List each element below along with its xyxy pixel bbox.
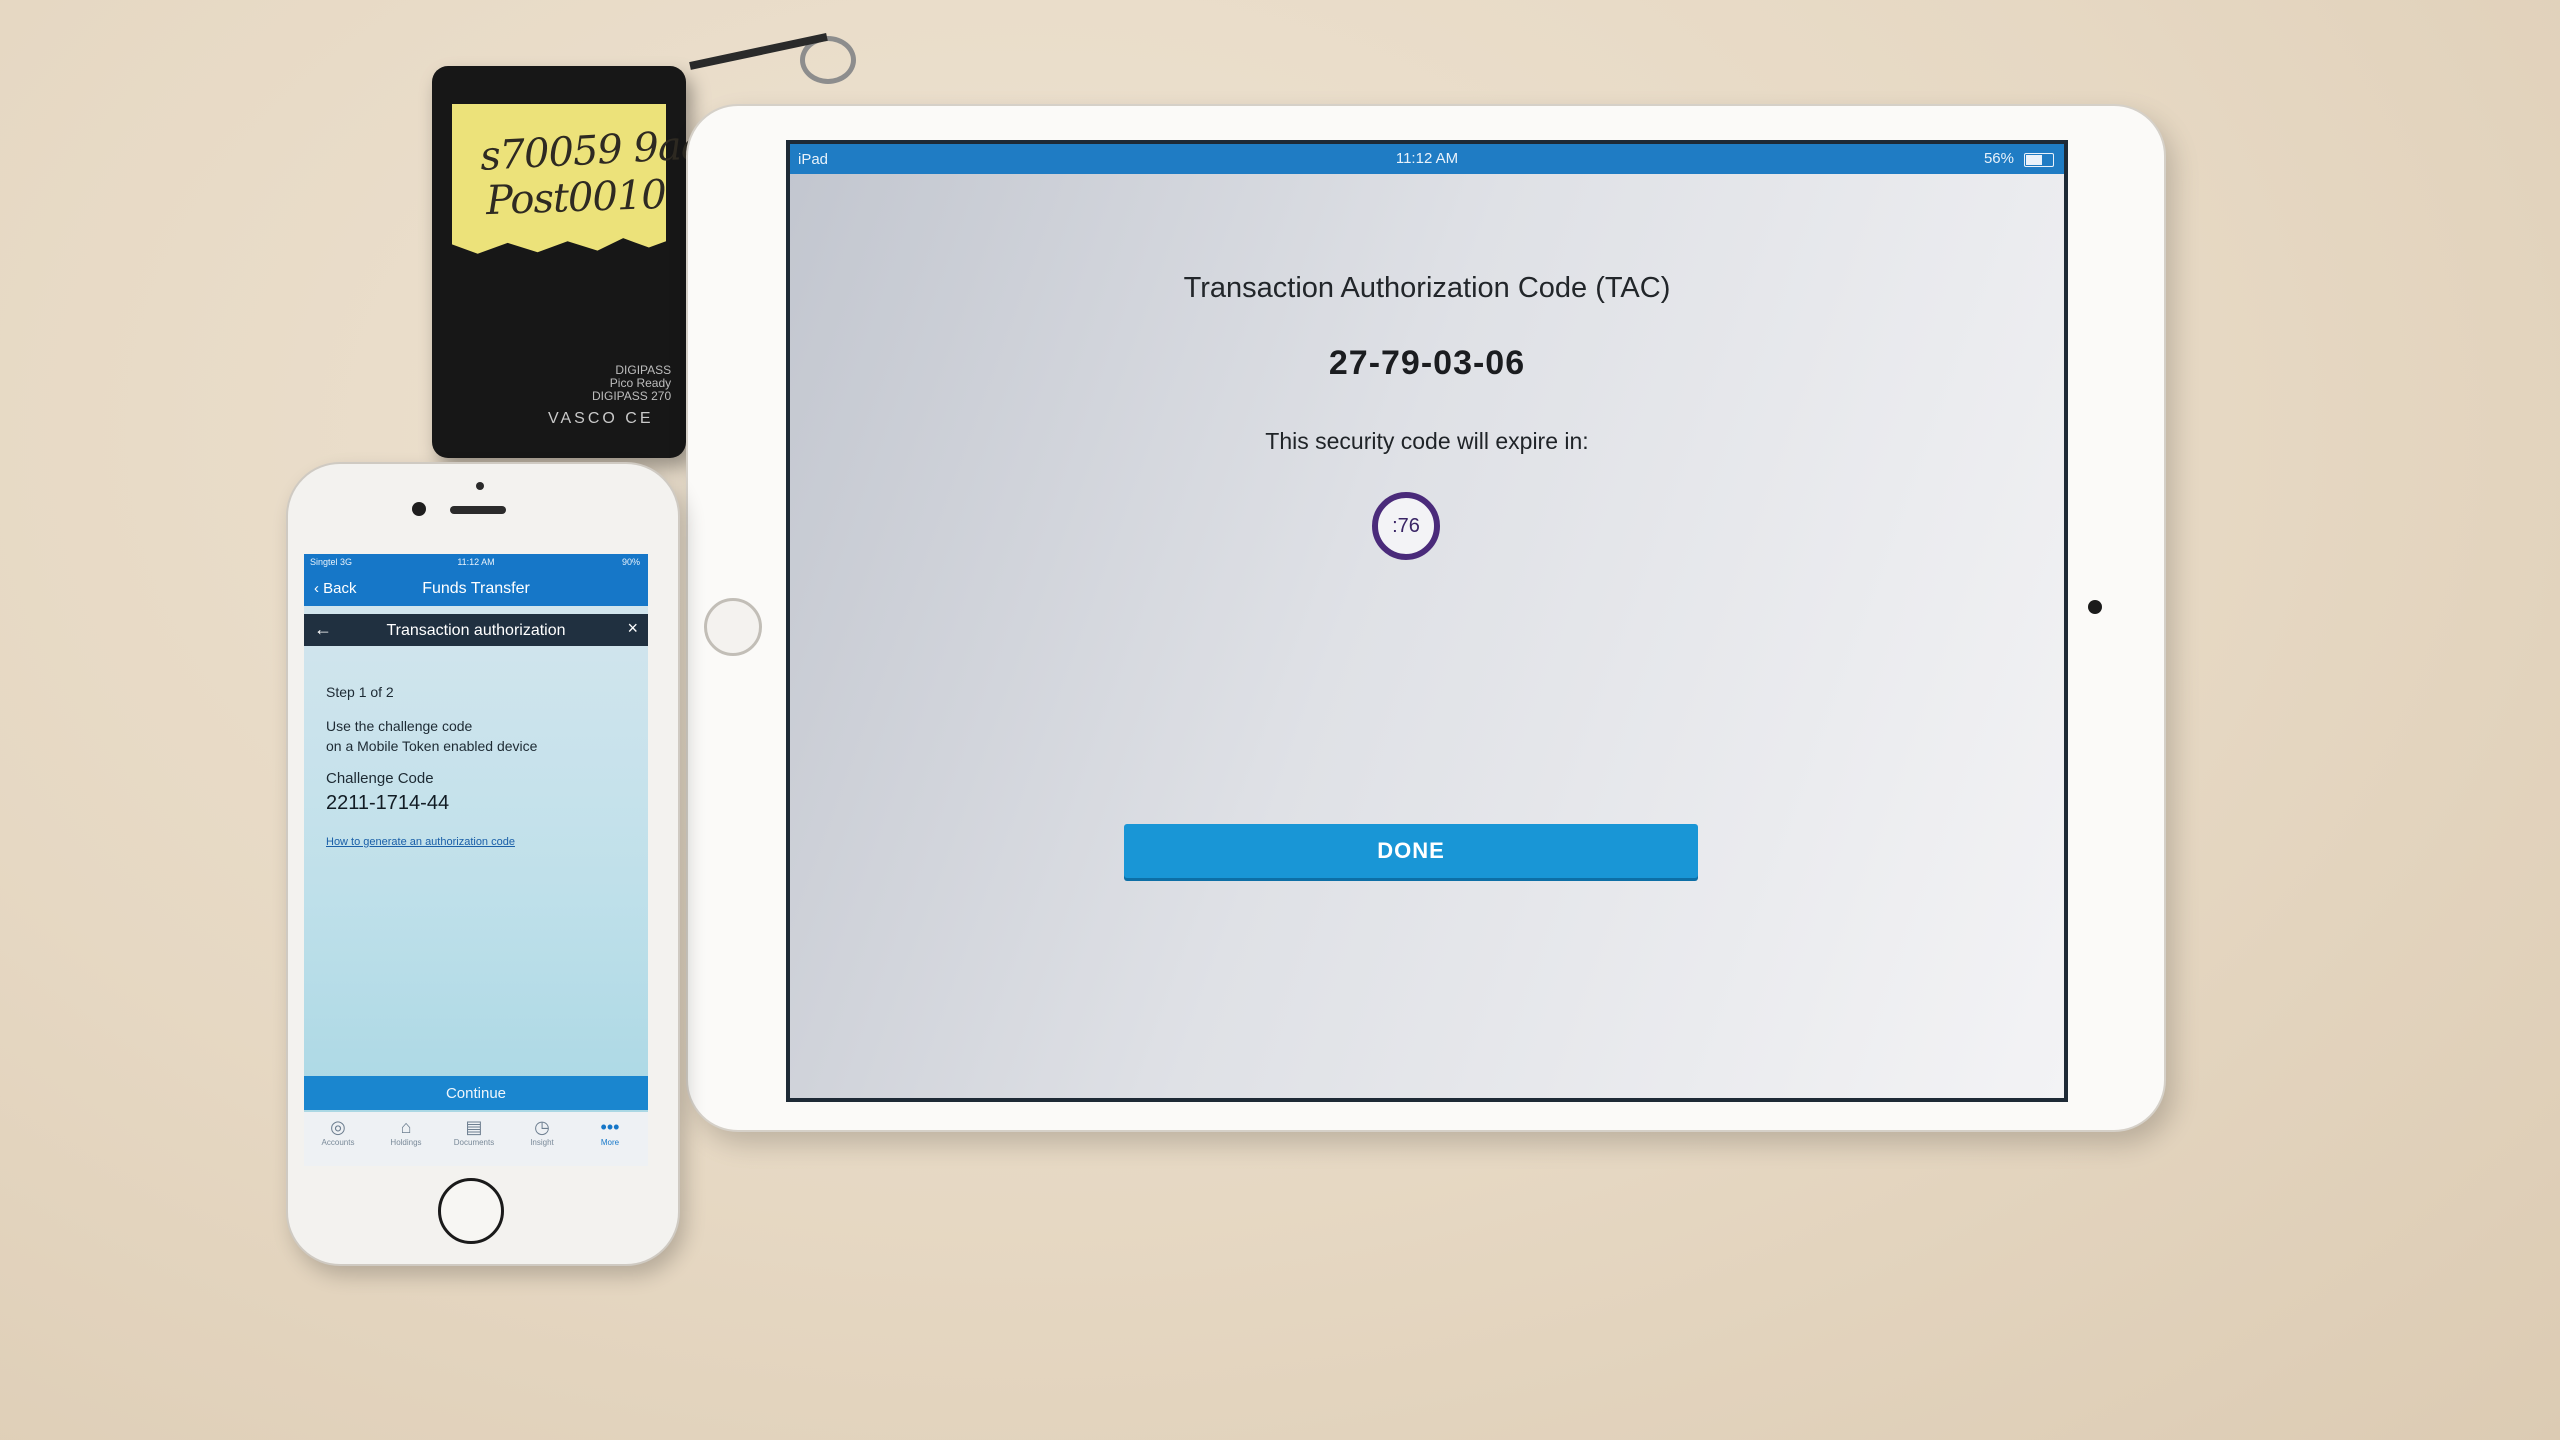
ipad-camera	[2088, 600, 2102, 614]
tab-accounts[interactable]: ◎ Accounts	[304, 1116, 372, 1147]
step-indicator: Step 1 of 2	[326, 684, 394, 700]
iphone-status-bar: Singtel 3G 11:12 AM 90%	[304, 554, 648, 570]
document-icon: ▤	[465, 1117, 483, 1137]
tac-code: 27-79-03-06	[1328, 344, 1526, 382]
tab-bar: ◎ Accounts ⌂ Holdings ▤ Documents ◷ Insi…	[304, 1112, 648, 1166]
token-brand-label: DIGIPASS Pico Ready DIGIPASS 270	[592, 364, 671, 403]
token-brand-line-3: DIGIPASS 270	[592, 389, 672, 403]
ipad-home-button[interactable]	[704, 598, 762, 656]
clock-icon: ◷	[534, 1117, 550, 1137]
ipad-status-time: 11:12 AM	[1395, 150, 1459, 167]
accounts-icon: ◎	[330, 1117, 346, 1137]
iphone-screen: Singtel 3G 11:12 AM 90% ‹ Back Funds Tra…	[304, 554, 648, 1166]
challenge-code-value: 2211-1714-44	[326, 792, 450, 814]
iphone-battery-percent: 90%	[621, 557, 640, 567]
challenge-code-label: Challenge Code	[326, 770, 434, 787]
token-regulatory-marks: VASCO CE	[548, 410, 654, 427]
iphone-speaker	[450, 506, 506, 514]
help-link[interactable]: How to generate an authorization code	[326, 836, 515, 848]
tab-label: Insight	[530, 1138, 554, 1147]
continue-button[interactable]: Continue	[304, 1076, 648, 1110]
tab-label: Accounts	[321, 1138, 355, 1147]
sheet-title: Transaction authorization	[386, 622, 566, 639]
instruction-line-1: Use the challenge code	[326, 718, 473, 734]
tab-label: Holdings	[390, 1138, 422, 1147]
done-button[interactable]: DONE	[1124, 824, 1698, 878]
tab-documents[interactable]: ▤ Documents	[440, 1116, 508, 1147]
ipad-screen: iPad 11:12 AM 56% Transaction Authorizat…	[786, 140, 2068, 1102]
iphone-sensor	[476, 482, 484, 490]
tab-insight[interactable]: ◷ Insight	[508, 1116, 576, 1147]
iphone-home-button[interactable]	[438, 1178, 504, 1244]
instruction-line-2: on a Mobile Token enabled device	[326, 738, 538, 754]
countdown-timer: :76	[1372, 492, 1440, 560]
iphone-front-camera	[412, 502, 426, 516]
more-icon: •••	[600, 1117, 620, 1137]
tab-more[interactable]: ••• More	[576, 1116, 644, 1147]
bank-icon: ⌂	[400, 1117, 412, 1137]
iphone-nav-bar: ‹ Back Funds Transfer	[304, 570, 648, 606]
iphone-status-time: 11:12 AM	[457, 557, 495, 567]
tac-title: Transaction Authorization Code (TAC)	[1183, 272, 1671, 304]
ipad-battery-percent: 56%	[1983, 150, 2014, 167]
tab-label: Documents	[453, 1138, 495, 1147]
tab-holdings[interactable]: ⌂ Holdings	[372, 1116, 440, 1147]
tab-label: More	[600, 1138, 620, 1147]
expire-text: This security code will expire in:	[1265, 428, 1589, 454]
sheet-header: ← Transaction authorization ×	[304, 614, 648, 646]
note-handwriting-line-2: Post0010	[485, 171, 667, 225]
nav-title: Funds Transfer	[422, 580, 530, 597]
close-icon[interactable]: ×	[627, 618, 638, 639]
ipad-status-bar: iPad 11:12 AM 56%	[790, 144, 2064, 174]
battery-icon	[2024, 153, 2054, 167]
